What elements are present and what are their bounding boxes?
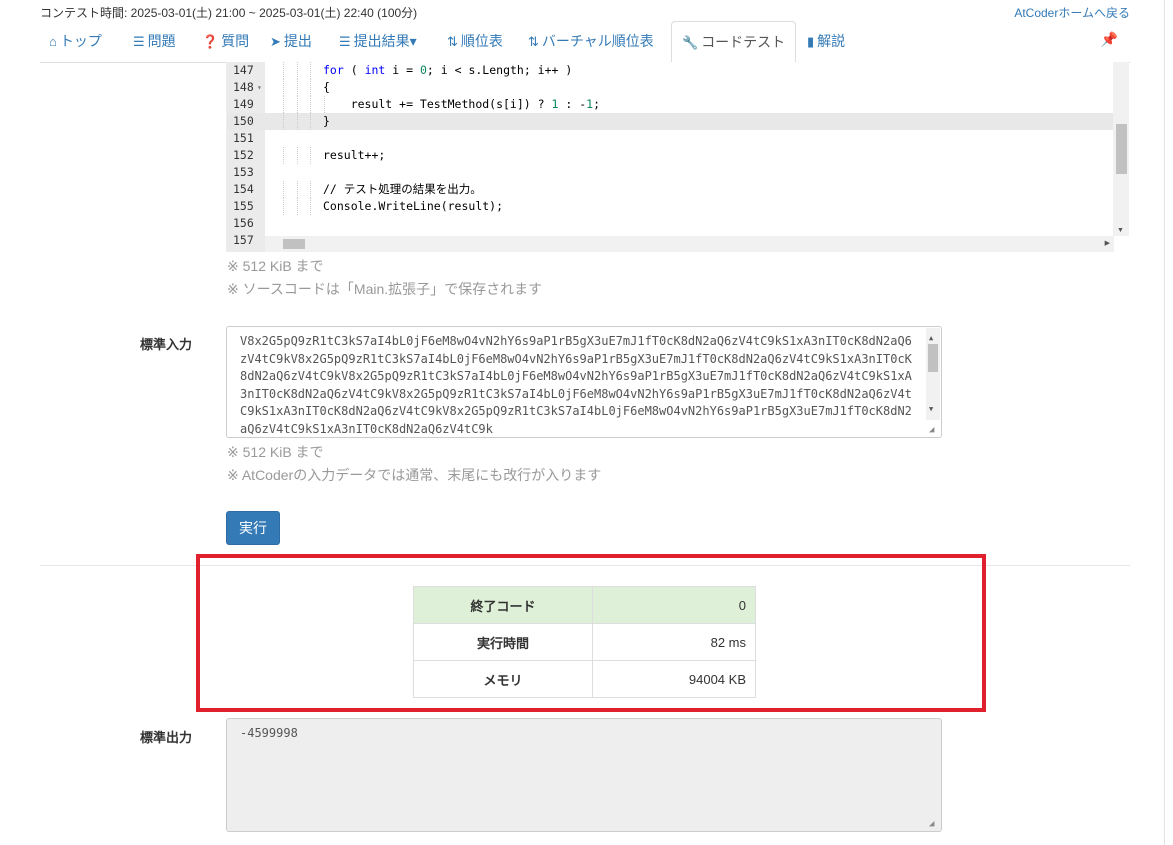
scroll-thumb[interactable] [283, 239, 305, 249]
contest-header: コンテスト時間: 2025-03-01(土) 21:00 ~ 2025-03-0… [0, 0, 1173, 22]
code-line: 152 result++; [233, 147, 386, 164]
wrench-icon: 🔧 [682, 35, 699, 50]
scroll-thumb[interactable] [1116, 124, 1127, 174]
book-icon: ▮ [807, 34, 815, 49]
code-line-active: 150 } [227, 113, 1114, 130]
code-text: for ( int i = 0; i < s.Length; i++ ) [323, 63, 573, 77]
stdin-size-note: ※ 512 KiB まで [227, 444, 324, 460]
tab-submit[interactable]: ➤ 提出 [270, 21, 312, 63]
home-icon: ⌂ [49, 34, 57, 49]
code-line: 156 [233, 216, 254, 230]
code-line: 153 [233, 165, 254, 179]
stdout-text: -4599998 [240, 726, 298, 740]
tab-tasks[interactable]: ☰ 問題 [133, 21, 176, 63]
editor-vertical-scrollbar[interactable]: ▼ [1113, 62, 1129, 236]
source-save-note: ※ ソースコードは「Main.拡張子」で保存されます [227, 281, 543, 297]
stdin-scrollbar[interactable]: ▲ ▼ [926, 328, 940, 420]
stdin-textarea[interactable]: V8x2G5pQ9zR1tC3kS7aI4bL0jF6eM8wO4vN2hY6s… [226, 326, 942, 438]
list-icon: ☰ [133, 34, 145, 49]
pin-icon[interactable]: 📌 [1101, 31, 1118, 48]
sort-icon: ⇅ [447, 34, 458, 49]
list-icon: ☰ [339, 34, 351, 49]
code-text: result += TestMethod(s[i]) ? 1 : -1; [323, 97, 600, 111]
tab-editorial[interactable]: ▮ 解説 [807, 21, 845, 63]
tab-top[interactable]: ⌂ トップ [49, 21, 102, 63]
stdout-textarea[interactable]: -4599998 ◢ [226, 718, 942, 832]
page-edge-line [1164, 0, 1165, 845]
code-text: { [323, 80, 330, 94]
code-line: 148 ▾ { [233, 79, 330, 96]
fold-toggle-icon[interactable]: ▾ [257, 79, 262, 96]
annotation-highlight-box [196, 554, 986, 712]
tab-clarifications[interactable]: ❓ 質問 [202, 21, 249, 63]
tab-standings[interactable]: ⇅ 順位表 [447, 21, 503, 63]
sort-icon: ⇅ [528, 34, 539, 49]
tab-results-dropdown[interactable]: ☰ 提出結果▾ [339, 21, 417, 63]
scroll-right-icon[interactable]: ▶ [1105, 239, 1110, 247]
resize-grip-icon[interactable]: ◢ [929, 425, 939, 435]
tab-virtual-standings[interactable]: ⇅ バーチャル順位表 [528, 21, 654, 63]
code-line: 154 // テスト処理の結果を出力。 [233, 181, 482, 198]
stdin-label: 標準入力 [140, 337, 193, 352]
atcoder-home-link[interactable]: AtCoderホームへ戻る [1014, 4, 1130, 21]
code-text: } [323, 114, 330, 128]
code-line: 151 [233, 131, 254, 145]
stdin-newline-note: ※ AtCoderの入力データでは通常、末尾にも改行が入ります [227, 467, 602, 483]
code-text: result++; [323, 148, 386, 162]
editor-horizontal-scrollbar[interactable]: ▶ [265, 236, 1114, 252]
contest-nav-tabs: ⌂ トップ ☰ 問題 ❓ 質問 ➤ 提出 ☰ 提出結果▾ ⇅ 順位表 ⇅ バーチャル順位表 🔧… [40, 21, 1130, 63]
source-code-editor[interactable]: 147 for ( int i = 0; i < s.Length; i++ )… [226, 62, 1129, 252]
scroll-down-icon[interactable]: ▼ [1117, 227, 1124, 234]
stdout-label: 標準出力 [140, 730, 193, 745]
code-line: 149 result += TestMethod(s[i]) ? 1 : -1; [233, 96, 600, 113]
stdin-text: V8x2G5pQ9zR1tC3kS7aI4bL0jF6eM8wO4vN2hY6s… [240, 334, 912, 436]
question-icon: ❓ [202, 34, 219, 49]
contest-time: コンテスト時間: 2025-03-01(土) 21:00 ~ 2025-03-0… [40, 6, 418, 20]
tab-custom-test[interactable]: 🔧 コードテスト [671, 21, 797, 63]
code-text: Console.WriteLine(result); [323, 199, 504, 213]
scroll-down-icon[interactable]: ▼ [929, 401, 933, 419]
resize-grip-icon[interactable]: ◢ [929, 819, 939, 829]
source-size-note: ※ 512 KiB まで [227, 258, 324, 274]
code-line: 155 Console.WriteLine(result); [233, 198, 504, 215]
send-icon: ➤ [270, 34, 281, 49]
code-comment: // テスト処理の結果を出力。 [323, 182, 482, 196]
run-button[interactable]: 実行 [226, 511, 280, 545]
scroll-thumb[interactable] [928, 344, 938, 372]
code-line: 147 for ( int i = 0; i < s.Length; i++ ) [233, 62, 573, 79]
